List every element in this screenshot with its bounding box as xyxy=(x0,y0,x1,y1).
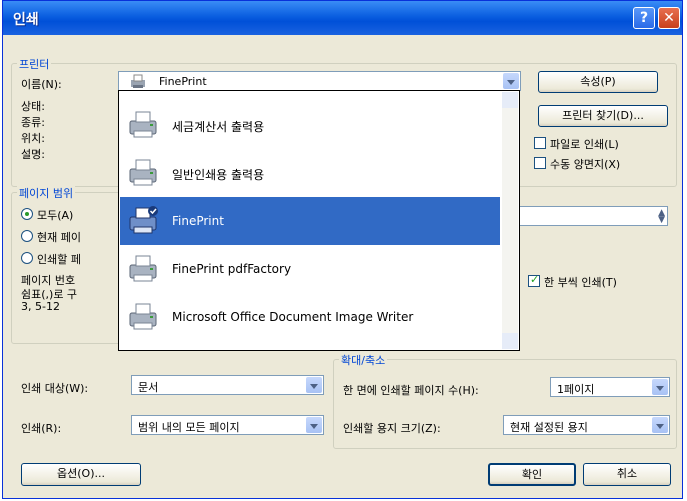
chevron-down-icon[interactable] xyxy=(306,377,322,393)
window-title: 인쇄 xyxy=(13,12,39,28)
chevron-down-icon[interactable] xyxy=(503,73,519,89)
pages-per-sheet-combo[interactable]: 1페이지 xyxy=(550,377,670,397)
print-what-value: 문서 xyxy=(138,381,159,394)
all-pages-label[interactable]: 모두(A) xyxy=(37,207,73,223)
title-bar[interactable]: 인쇄 ? ✕ xyxy=(3,1,682,35)
print-what-label: 인쇄 대상(W): xyxy=(21,382,89,395)
list-item-selected[interactable]: FinePrint xyxy=(120,197,500,245)
ok-button[interactable]: 확인 xyxy=(488,463,576,486)
default-printer-icon xyxy=(129,206,158,234)
check-icon: ✓ xyxy=(530,273,540,286)
collate-checkbox[interactable]: ✓ xyxy=(528,273,540,287)
current-page-label[interactable]: 현재 페이 xyxy=(37,229,81,245)
page-range-label: 페이지 범위 xyxy=(17,185,76,201)
copies-spinner[interactable]: ▲ ▼ xyxy=(518,206,668,226)
cancel-button[interactable]: 취소 xyxy=(583,463,671,486)
find-printer-button[interactable]: 프린터 찾기(D)... xyxy=(538,105,668,127)
pages-radio[interactable] xyxy=(21,252,33,264)
spinner-arrows-icon[interactable]: ▲ ▼ xyxy=(658,209,665,225)
all-pages-radio[interactable] xyxy=(21,208,33,220)
print-option-combo[interactable]: 범위 내의 모든 페이지 xyxy=(131,415,324,435)
print-option-value: 범위 내의 모든 페이지 xyxy=(138,421,240,434)
printer-name-combo[interactable]: FinePrint xyxy=(118,71,521,91)
pages-label[interactable]: 인쇄할 페 xyxy=(37,251,81,267)
print-what-combo[interactable]: 문서 xyxy=(131,375,324,395)
chevron-down-icon[interactable] xyxy=(306,417,322,433)
list-item[interactable]: FinePrint pdfFactory xyxy=(120,245,500,293)
printer-group-label: 프린터 xyxy=(17,56,52,72)
radio-dot-icon xyxy=(25,212,29,216)
dropdown-item-label: FinePrint pdfFactory xyxy=(172,262,292,276)
printer-icon xyxy=(129,255,157,282)
print-dialog: 인쇄 ? ✕ 프린터 이름(N): FinePrint 상태: 종류: 위치: … xyxy=(2,0,683,499)
scroll-up-icon[interactable] xyxy=(502,92,518,108)
dropdown-scrollbar[interactable] xyxy=(502,92,518,349)
properties-button[interactable]: 속성(P) xyxy=(538,71,658,93)
pages-per-sheet-label: 한 면에 인쇄할 페이지 수(H): xyxy=(343,384,479,397)
list-item[interactable]: Microsoft Office Document Image Writer xyxy=(120,293,500,341)
dropdown-item-label: FinePrint xyxy=(172,214,224,228)
print-to-file-checkbox[interactable] xyxy=(534,137,546,149)
scroll-down-icon[interactable] xyxy=(502,333,518,349)
where-label: 위치: xyxy=(21,132,45,145)
page-hint-line3: 3, 5-12 xyxy=(21,300,60,313)
scale-to-paper-combo[interactable]: 현재 설정된 용지 xyxy=(503,415,670,435)
collate-label[interactable]: 한 부씩 인쇄(T) xyxy=(544,274,617,290)
type-label: 종류: xyxy=(21,116,45,129)
list-item[interactable]: 세금계산서 출력용 xyxy=(120,101,500,149)
printer-dropdown-list: 세금계산서 출력용 일반인쇄용 출력용 FinePrint FinePrint … xyxy=(118,90,520,351)
help-button[interactable]: ? xyxy=(633,7,655,29)
manual-duplex-label[interactable]: 수동 양면지(X) xyxy=(550,156,620,172)
printer-icon xyxy=(129,111,157,138)
scale-to-paper-label: 인쇄할 용지 크기(Z): xyxy=(343,422,441,435)
printer-name-label: 이름(N): xyxy=(21,78,62,91)
current-page-radio[interactable] xyxy=(21,230,33,242)
chevron-down-icon[interactable] xyxy=(652,379,668,395)
print-option-label: 인쇄(R): xyxy=(21,422,62,435)
status-label: 상태: xyxy=(21,100,45,113)
list-item[interactable]: 일반인쇄용 출력용 xyxy=(120,149,500,197)
print-to-file-label[interactable]: 파일로 인쇄(L) xyxy=(550,136,619,152)
dropdown-item-label: 일반인쇄용 출력용 xyxy=(172,168,265,182)
printer-name-value: FinePrint xyxy=(159,75,207,88)
chevron-down-icon[interactable] xyxy=(652,417,668,433)
options-button[interactable]: 옵션(O)... xyxy=(21,463,141,486)
manual-duplex-checkbox[interactable] xyxy=(534,157,546,169)
comment-label: 설명: xyxy=(21,148,45,161)
scale-to-paper-value: 현재 설정된 용지 xyxy=(510,421,588,434)
zoom-group-label: 확대/축소 xyxy=(339,352,388,368)
pages-per-sheet-value: 1페이지 xyxy=(557,383,595,396)
printer-icon xyxy=(129,159,157,186)
printer-icon xyxy=(129,303,157,330)
dropdown-item-label: 세금계산서 출력용 xyxy=(172,120,265,134)
dropdown-item-label: Microsoft Office Document Image Writer xyxy=(172,310,414,324)
close-button[interactable]: ✕ xyxy=(658,7,680,29)
